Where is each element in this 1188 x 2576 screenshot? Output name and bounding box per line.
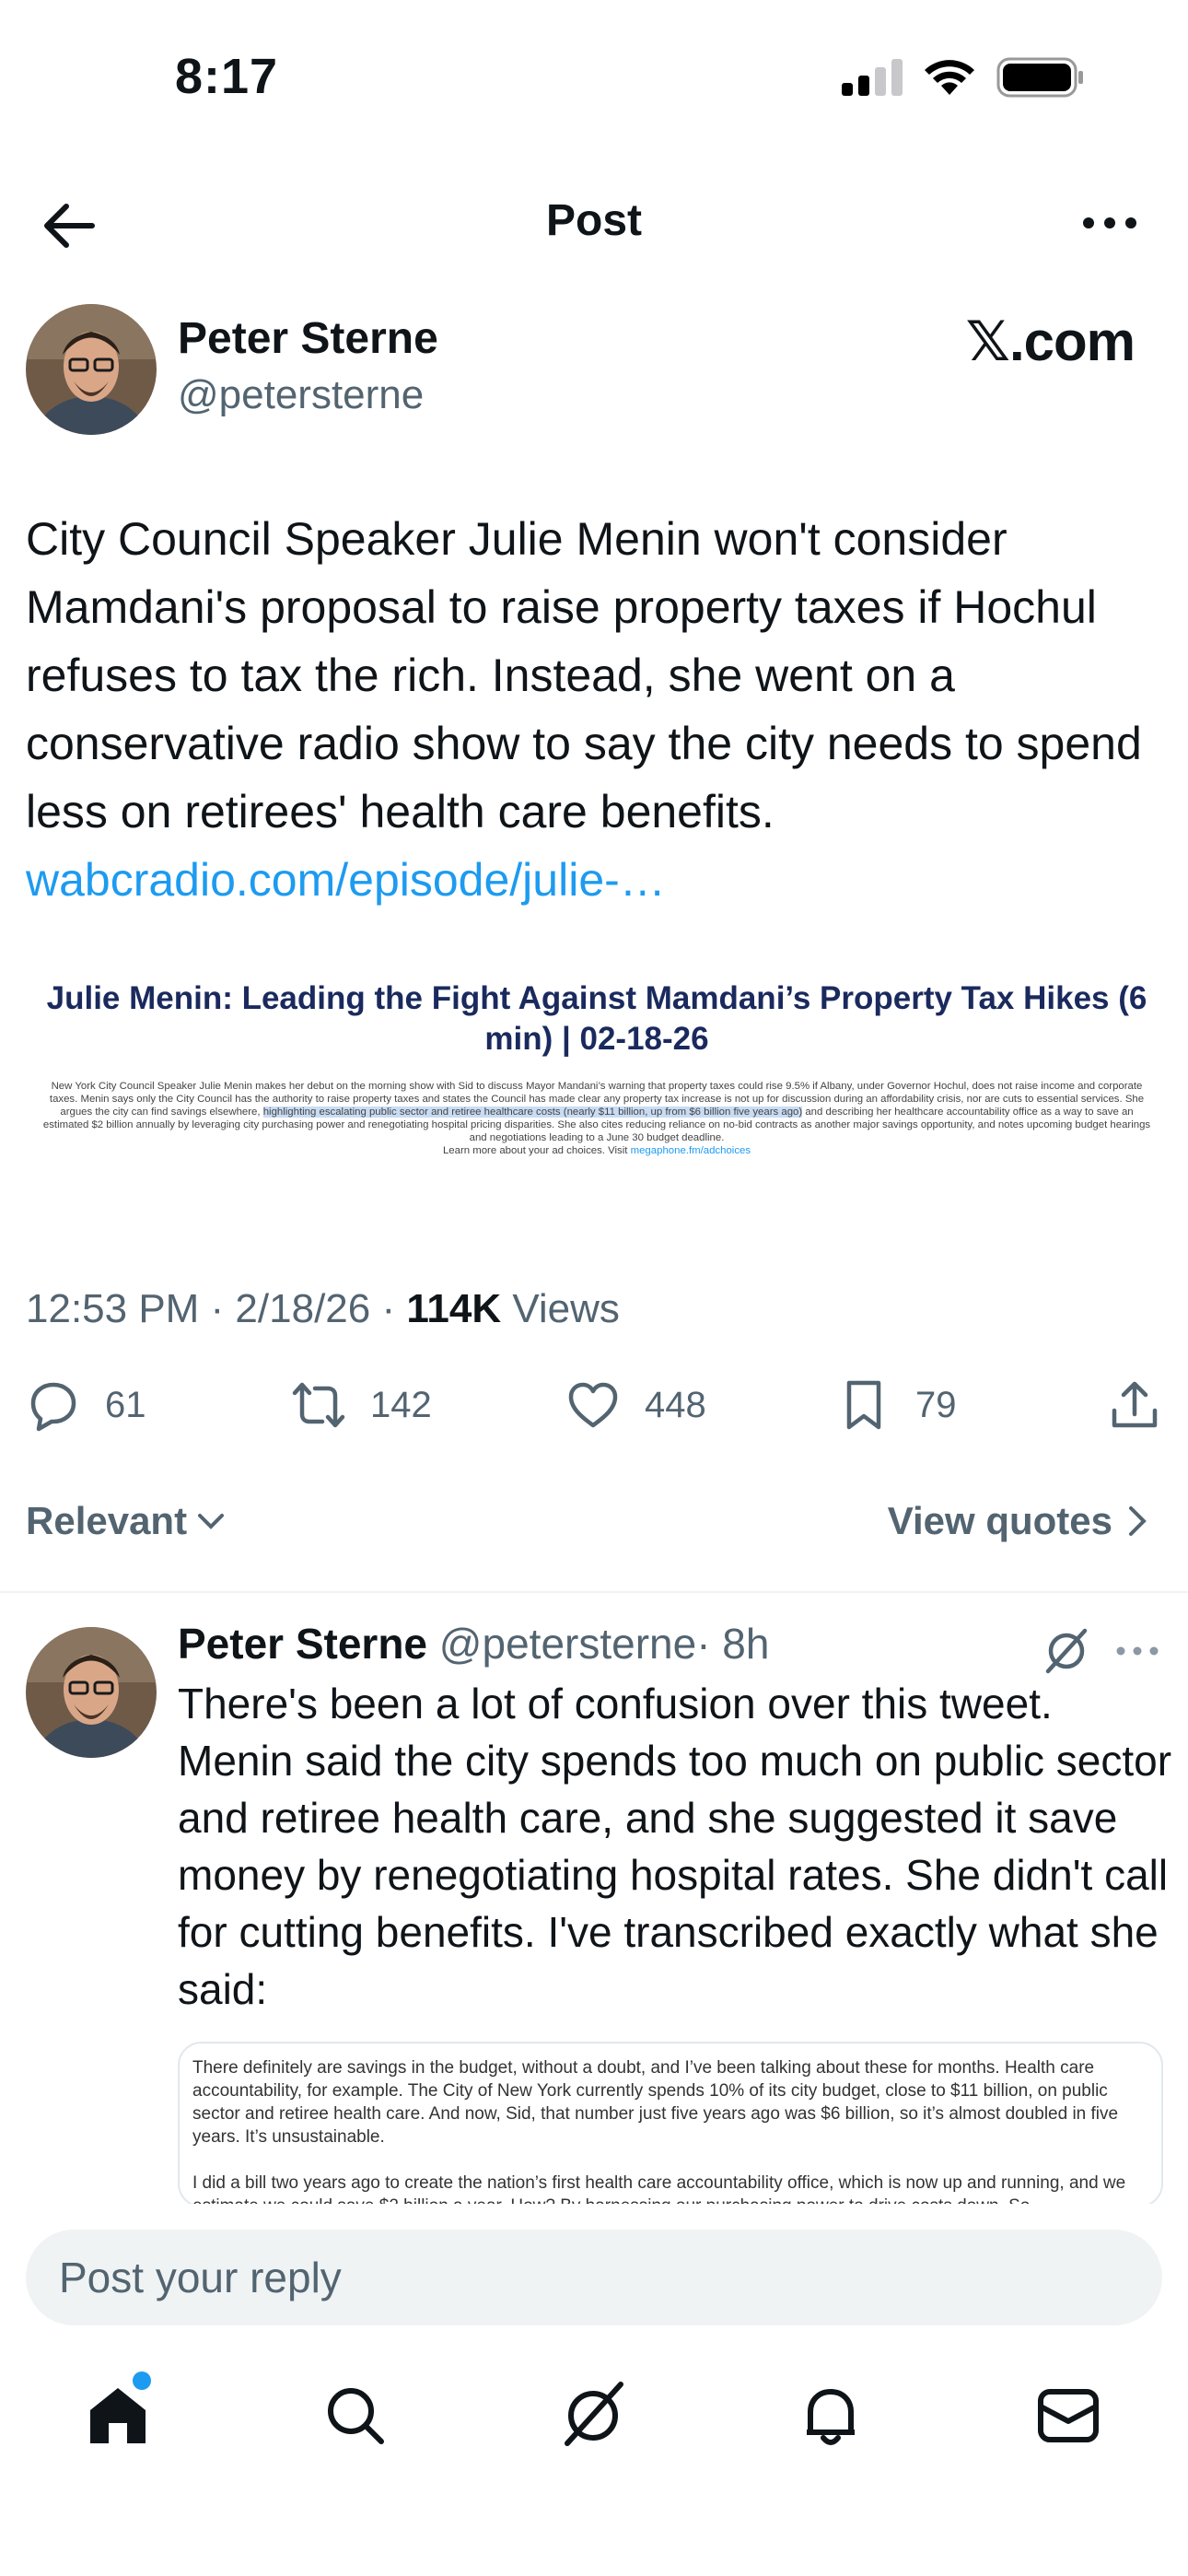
status-icons (842, 57, 1085, 98)
reply-button[interactable]: 61 (26, 1377, 146, 1433)
bell-icon[interactable] (794, 2379, 868, 2453)
post-meta: 12:53 PM · 2/18/26 · 114K Views (26, 1286, 620, 1332)
grok-tab-icon[interactable] (556, 2379, 630, 2453)
reply-icon (30, 1382, 76, 1432)
divider (0, 1591, 1188, 1593)
search-icon[interactable] (319, 2379, 392, 2453)
signal-icon (842, 59, 903, 96)
status-time: 8:17 (175, 49, 279, 104)
reply-more-icon[interactable] (1114, 1638, 1160, 1664)
post-image[interactable]: Julie Menin: Leading the Fight Against M… (26, 958, 1168, 1225)
post-timestamp: 12:53 PM · 2/18/26 · (26, 1286, 407, 1331)
views-count: 114K (406, 1286, 502, 1331)
like-button[interactable]: 448 (565, 1377, 706, 1433)
image-footer-link: megaphone.fm/adchoices (630, 1145, 751, 1156)
reply-age: · 8h (696, 1620, 770, 1668)
reply-text: There's been a lot of confusion over thi… (178, 1680, 1172, 2013)
reply-image-paragraph: There definitely are savings in the budg… (192, 2058, 1119, 2147)
notification-dot (133, 2371, 151, 2390)
repost-button[interactable]: 142 (291, 1377, 432, 1433)
heart-icon (568, 1382, 618, 1428)
wifi-icon (925, 60, 974, 95)
reply-author-avatar[interactable] (26, 1627, 157, 1758)
author-avatar[interactable] (26, 304, 157, 435)
chevron-down-icon (198, 1514, 225, 1529)
home-icon[interactable] (81, 2379, 155, 2453)
reply-input[interactable]: Post your reply (26, 2230, 1162, 2325)
bookmark-button[interactable]: 79 (836, 1377, 957, 1433)
reply-count: 61 (105, 1384, 146, 1425)
bookmark-icon (846, 1380, 881, 1430)
sort-dropdown[interactable]: Relevant (26, 1499, 227, 1543)
image-body: New York City Council Speaker Julie Meni… (39, 1080, 1155, 1157)
repost-icon (292, 1382, 345, 1428)
author-handle[interactable]: @petersterne (178, 372, 424, 418)
battery-icon (996, 57, 1083, 98)
reply-image-paragraph: I did a bill two years ago to create the… (192, 2173, 1126, 2207)
bookmark-count: 79 (915, 1384, 957, 1425)
source-label: 𝕏.com (965, 310, 1136, 372)
page-title: Post (545, 196, 642, 245)
grok-icon[interactable] (1041, 1625, 1092, 1677)
like-count: 448 (645, 1384, 706, 1425)
image-title: Julie Menin: Leading the Fight Against M… (46, 980, 1147, 1057)
repost-count: 142 (370, 1384, 432, 1425)
post-text: City Council Speaker Julie Menin won't c… (26, 505, 1168, 914)
reply-author-handle[interactable]: @petersterne (439, 1620, 696, 1668)
mail-icon[interactable] (1031, 2379, 1105, 2453)
more-icon[interactable] (1077, 205, 1142, 241)
share-button[interactable] (1107, 1377, 1162, 1433)
view-quotes-link[interactable]: View quotes (888, 1499, 1151, 1543)
post-body: City Council Speaker Julie Menin won't c… (26, 513, 1142, 837)
views-label: Views (501, 1286, 620, 1331)
image-footer-text: Learn more about your ad choices. Visit (442, 1145, 631, 1156)
post-link[interactable]: wabcradio.com/episode/julie-… (26, 854, 666, 906)
reply-header: Peter Sterne @petersterne· 8h (178, 1619, 769, 1669)
chevron-right-icon (1129, 1506, 1147, 1536)
share-icon (1112, 1381, 1158, 1428)
image-body-highlight: highlighting escalating public sector an… (262, 1107, 803, 1118)
sort-label: Relevant (26, 1499, 188, 1542)
view-quotes-label: View quotes (887, 1499, 1112, 1542)
author-name[interactable]: Peter Sterne (178, 313, 438, 364)
reply-author-name[interactable]: Peter Sterne (178, 1620, 427, 1668)
reply-image[interactable]: There definitely are savings in the budg… (178, 2042, 1163, 2207)
